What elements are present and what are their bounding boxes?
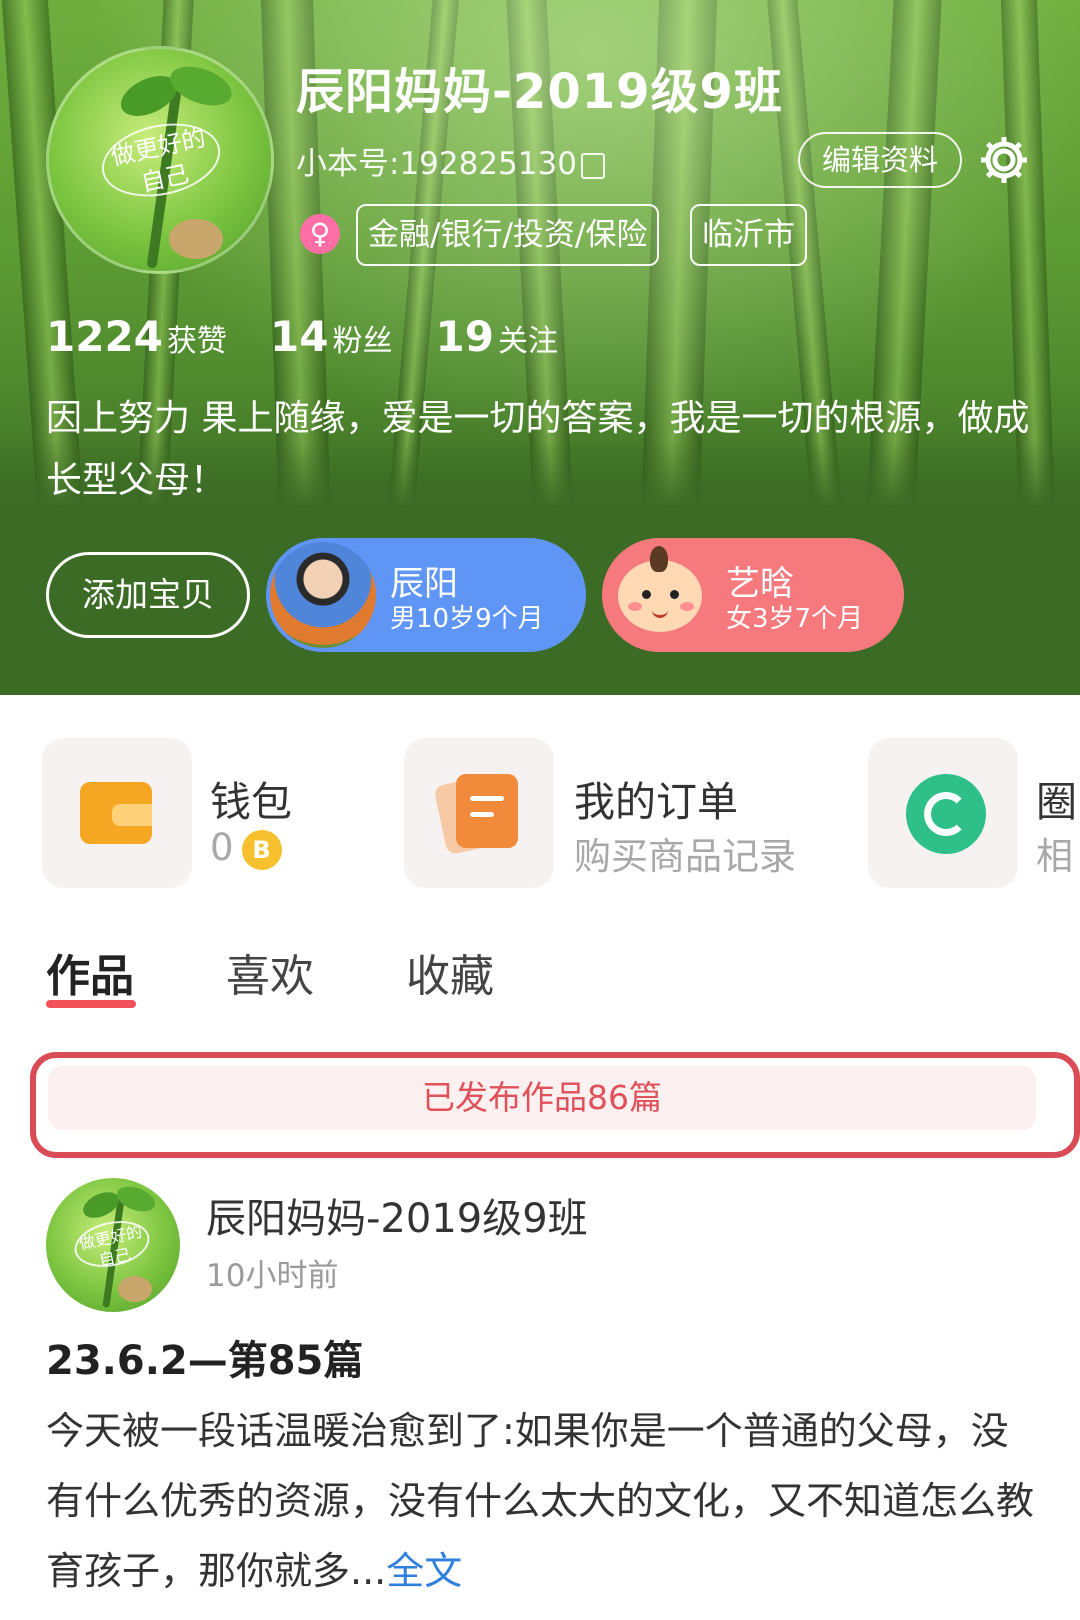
profile-stats: 1224 获赞 14 粉丝 19 关注 [46,312,596,361]
following-count: 19 [435,312,494,361]
circle-title: 圈 [1036,778,1077,826]
baby-cheek [628,602,642,611]
wallet-icon-box [42,738,192,888]
profile-username: 辰阳妈妈-2019级9班 [296,64,783,120]
tab-active-indicator [46,1000,136,1008]
likes-stat[interactable]: 1224 获赞 [46,312,265,361]
edit-profile-button[interactable]: 编辑资料 [798,132,962,188]
occupation-tag: 金融/银行/投资/保险 [356,204,660,266]
published-count-bar[interactable]: 已发布作品86篇 [48,1066,1036,1130]
sprout-seed [169,219,223,259]
baby-card-yihan[interactable]: 艺晗 女3岁7个月 [602,538,904,652]
following-label: 关注 [498,324,558,359]
wallet-clasp [112,804,152,826]
orders-title: 我的订单 [574,778,738,826]
wallet-balance: 0B [210,826,282,870]
followers-label: 粉丝 [332,324,393,359]
order-icon-line [470,796,504,801]
tab-works[interactable]: 作品 [46,940,134,1004]
profile-header: 做更好的自己 辰阳妈妈-2019级9班 小本号:192825130 编辑资料 ♀… [0,0,1080,695]
followers-count: 14 [270,312,329,361]
followers-stat[interactable]: 14 粉丝 [270,312,430,361]
post-avatar[interactable]: 做更好的自己 [46,1178,180,1312]
circle-subtitle: 相 [1036,835,1073,878]
wallet-balance-value: 0 [210,826,234,869]
tab-likes[interactable]: 喜欢 [226,940,314,1004]
baby-cheek [680,602,694,611]
coin-icon: B [241,829,282,870]
tab-favorites[interactable]: 收藏 [406,940,494,1004]
post-body-text: 今天被一段话温暖治愈到了:如果你是一个普通的父母，没有什么优秀的资源，没有什么太… [46,1409,1035,1593]
baby-photo [270,542,376,648]
circle-ring [924,792,968,836]
copy-icon[interactable] [580,152,605,179]
post-body: 今天被一段话温暖治愈到了:如果你是一个普通的父母，没有什么优秀的资源，没有什么太… [46,1396,1036,1606]
baby-hair [650,546,668,572]
post-timestamp: 10小时前 [206,1258,339,1294]
circle-icon-box [868,738,1018,888]
add-baby-button[interactable]: 添加宝贝 [46,552,250,638]
orders-subtitle: 购买商品记录 [574,835,796,878]
baby-card-chenyang[interactable]: 辰阳 男10岁9个月 [266,538,586,652]
baby-eye [670,590,679,599]
profile-avatar[interactable]: 做更好的自己 [46,46,274,274]
read-full-link[interactable]: 全文 [386,1549,462,1593]
gear-icon[interactable] [978,134,1030,186]
profile-bio: 因上努力 果上随缘，爱是一切的答案，我是一切的根源，做成长型父母！ [46,398,1030,501]
likes-label: 获赞 [166,324,227,359]
sprout-seed [118,1276,152,1302]
circle-icon [906,774,986,854]
order-icon [456,774,518,848]
wallet-title: 钱包 [210,778,292,826]
profile-user-id: 小本号:192825130 [296,138,605,183]
baby-eye [642,590,651,599]
likes-count: 1224 [46,312,163,361]
post-username: 辰阳妈妈-2019级9班 [206,1196,588,1242]
following-stat[interactable]: 19 关注 [436,312,596,361]
avatar-handwriting: 做更好的自己 [70,1214,154,1274]
baby-info: 男10岁9个月 [390,604,544,634]
gender-female-icon: ♀ [300,214,340,254]
user-id-text: 小本号:192825130 [296,146,577,182]
city-tag: 临沂市 [690,204,807,266]
order-icon-line [470,812,494,817]
avatar-handwriting: 做更好的自己 [95,113,227,207]
post-title: 23.6.2—第85篇 [46,1338,364,1384]
baby-info: 女3岁7个月 [726,604,864,634]
order-icon-box [404,738,554,888]
